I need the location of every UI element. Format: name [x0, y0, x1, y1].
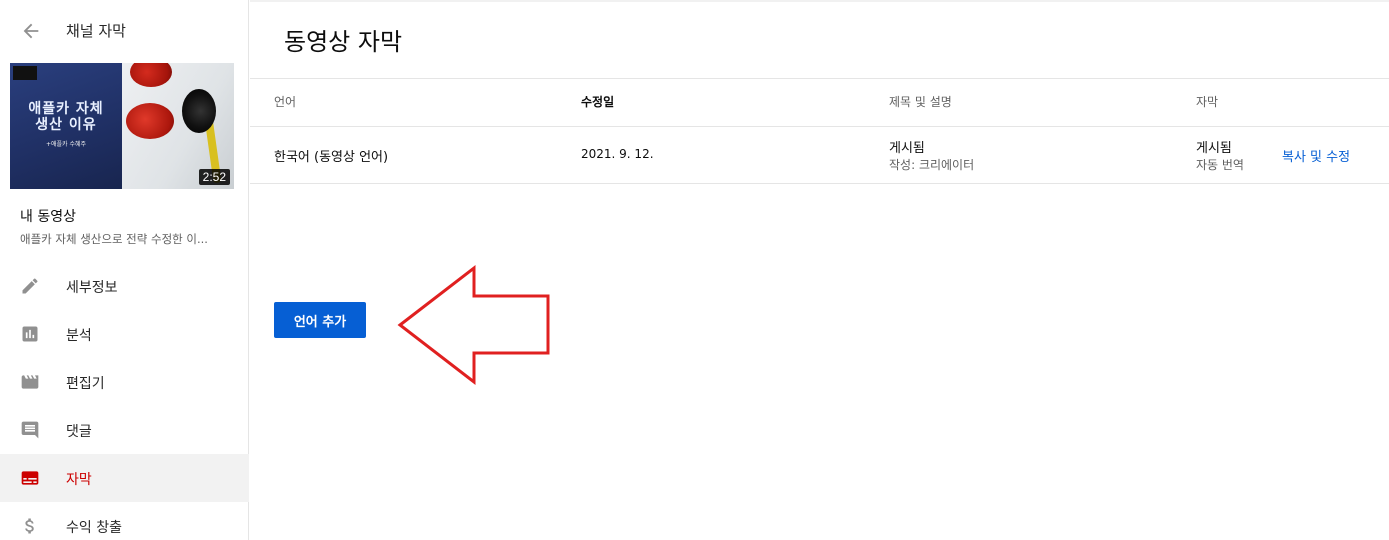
sidebar: 채널 자막 애플카 자체 생산 이유 +애플카 수혜주 2:52 내 동영상 애…: [0, 0, 249, 540]
thumbnail-title-line2: 생산 이유: [35, 117, 97, 133]
sidebar-item-label: 자막: [66, 472, 92, 488]
row-title-status: 게시됨: [889, 141, 925, 156]
sidebar-item-subtitles[interactable]: 자막: [0, 454, 249, 502]
comment-icon: [21, 421, 39, 439]
sidebar-nav: 세부정보 분석 편집기 댓글 자막 수익 창출: [0, 262, 249, 540]
thumbnail-channel-badge: [13, 66, 37, 80]
sidebar-item-editor[interactable]: 편집기: [0, 358, 249, 406]
thumbnail-subtitle: +애플카 수혜주: [45, 141, 87, 148]
back-label: 채널 자막: [66, 22, 126, 40]
subtitles-icon: [21, 471, 39, 485]
header-divider: [250, 126, 1389, 127]
top-divider: [250, 0, 1389, 2]
sidebar-item-monetization[interactable]: 수익 창출: [0, 502, 249, 540]
my-video-label: 내 동영상: [20, 209, 76, 225]
add-language-button[interactable]: 언어 추가: [274, 302, 366, 338]
sidebar-item-comments[interactable]: 댓글: [0, 406, 249, 454]
dollar-icon: [25, 518, 34, 534]
video-duration: 2:52: [198, 169, 230, 185]
pencil-icon: [22, 278, 38, 294]
back-to-channel-subtitles[interactable]: 채널 자막: [0, 0, 249, 62]
row-modified-date: 2021. 9. 12.: [581, 147, 654, 161]
row-title-author: 작성: 크리에이터: [889, 158, 975, 172]
row-subtitle-status: 게시됨: [1196, 141, 1232, 156]
thumbnail-title-line1: 애플카 자체: [28, 101, 104, 117]
page-title: 동영상 자막: [284, 28, 403, 56]
table-top-divider: [250, 78, 1389, 79]
car-taillight-bottom: [126, 103, 174, 139]
thumbnail-text-panel: 애플카 자체 생산 이유 +애플카 수혜주: [10, 63, 122, 189]
row-language: 한국어 (동영상 언어): [274, 150, 389, 165]
thumbnail-title: 애플카 자체 생산 이유: [10, 101, 122, 133]
video-thumbnail[interactable]: 애플카 자체 생산 이유 +애플카 수혜주 2:52: [10, 63, 234, 189]
row-subtitle-type: 자동 번역: [1196, 158, 1244, 172]
analytics-icon: [22, 326, 38, 342]
column-header-modified[interactable]: 수정일: [581, 93, 614, 110]
clapperboard-icon: [21, 375, 39, 389]
car-taillight-top: [130, 63, 172, 87]
row-divider: [250, 183, 1389, 184]
sidebar-item-details[interactable]: 세부정보: [0, 262, 249, 310]
sidebar-item-label: 댓글: [66, 424, 92, 440]
column-header-language: 언어: [274, 95, 297, 109]
back-arrow-icon[interactable]: [20, 20, 42, 42]
sidebar-item-label: 세부정보: [66, 280, 118, 296]
red-arrow-annotation-icon: [397, 264, 550, 386]
video-title: 애플카 자체 생산으로 전략 수정한 이...: [20, 232, 208, 246]
main-content: 동영상 자막 언어 수정일 제목 및 설명 자막 한국어 (동영상 언어) 20…: [250, 0, 1389, 540]
charging-port: [182, 89, 216, 133]
copy-and-edit-link[interactable]: 복사 및 수정: [1282, 146, 1350, 165]
sidebar-item-analytics[interactable]: 분석: [0, 310, 249, 358]
sidebar-item-label: 분석: [66, 328, 92, 344]
sidebar-item-label: 수익 창출: [66, 520, 122, 536]
column-header-subtitles: 자막: [1196, 95, 1219, 109]
column-header-title-desc: 제목 및 설명: [889, 95, 952, 109]
sidebar-item-label: 편집기: [66, 376, 105, 392]
